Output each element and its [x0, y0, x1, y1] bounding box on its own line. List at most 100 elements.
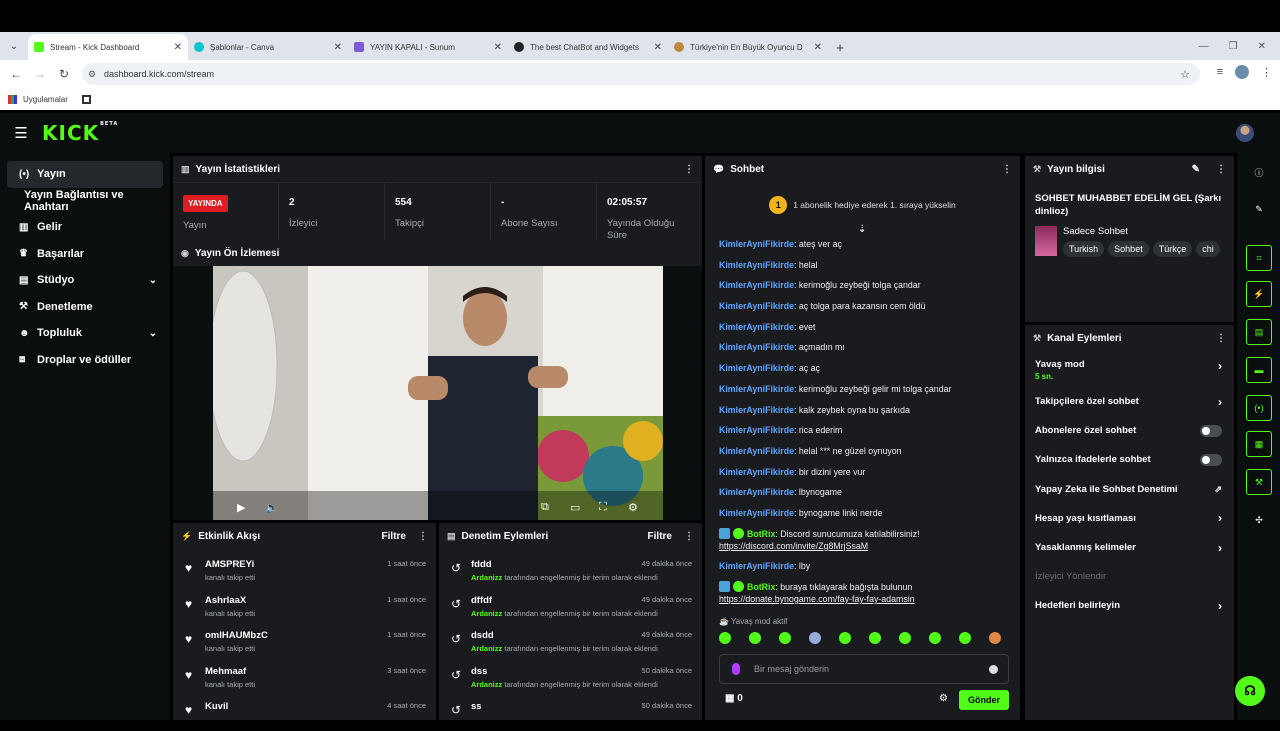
- close-tab-icon[interactable]: ✕: [334, 42, 342, 53]
- browser-tab-canva[interactable]: Şablonlar - Canva ✕: [188, 34, 348, 60]
- more-options-icon[interactable]: ⋮: [1002, 164, 1012, 175]
- close-tab-icon[interactable]: ✕: [494, 42, 502, 53]
- puzzle-icon[interactable]: ✣: [1246, 507, 1272, 533]
- undo-icon[interactable]: ↺: [451, 561, 461, 575]
- edit-pencil-icon[interactable]: ✎: [1192, 164, 1200, 175]
- sidebar-item-studyo[interactable]: ▤ Stüdyo ⌄: [7, 267, 163, 294]
- theater-icon[interactable]: ▭: [570, 501, 580, 514]
- emoji-picker-icon[interactable]: [989, 664, 998, 674]
- more-options-icon[interactable]: ⋮: [1216, 164, 1226, 175]
- sidebar-item-gelir[interactable]: ▥ Gelir: [7, 214, 163, 241]
- broadcast-icon[interactable]: (•): [1246, 395, 1272, 421]
- pip-icon[interactable]: ⧉: [541, 501, 549, 514]
- new-tab-button[interactable]: +: [828, 34, 852, 60]
- emote-icon[interactable]: [809, 632, 821, 644]
- undo-icon[interactable]: ↺: [451, 597, 461, 611]
- filter-button[interactable]: Filtre: [382, 531, 406, 542]
- info-icon[interactable]: ⓘ: [1246, 159, 1272, 185]
- menu-kebab-icon[interactable]: ⋮: [1261, 66, 1272, 79]
- emote-icon[interactable]: [869, 632, 881, 644]
- subscribers-only-toggle[interactable]: [1200, 424, 1222, 437]
- kick-logo[interactable]: KICKBETA: [42, 121, 118, 145]
- emote-icon[interactable]: [959, 632, 971, 644]
- undo-icon[interactable]: ↺: [451, 703, 461, 717]
- pin-toggle-icon[interactable]: ⇣: [858, 224, 866, 235]
- close-tab-icon[interactable]: ✕: [654, 42, 662, 53]
- emote-icon[interactable]: [929, 632, 941, 644]
- undo-icon[interactable]: ↺: [451, 668, 461, 682]
- donate-link[interactable]: https://donate.bynogame.com/fay-fay-fay-…: [719, 594, 915, 604]
- filter-button[interactable]: Filtre: [648, 531, 672, 542]
- discord-link[interactable]: https://discord.com/invite/Zg8MrjSsaM: [719, 541, 868, 551]
- more-options-icon[interactable]: ⋮: [684, 164, 694, 175]
- document-icon[interactable]: ▤: [1246, 319, 1272, 345]
- settings-gear-icon[interactable]: ⚙: [628, 501, 638, 514]
- emote-icon[interactable]: [779, 632, 791, 644]
- banned-words-row[interactable]: Yasaklanmış kelimeler ›: [1025, 533, 1234, 562]
- send-button[interactable]: Gönder: [959, 690, 1009, 710]
- undo-icon[interactable]: ↺: [451, 632, 461, 646]
- tab-search-icon[interactable]: ⌄: [0, 32, 28, 60]
- layout-icon[interactable]: ▦: [1246, 431, 1272, 457]
- minimize-icon[interactable]: —: [1199, 41, 1209, 52]
- close-window-icon[interactable]: ✕: [1258, 41, 1266, 52]
- chat-message-input[interactable]: Bir mesaj gönderin: [719, 654, 1009, 684]
- play-icon[interactable]: ▶: [237, 501, 245, 514]
- browser-tab-kick[interactable]: Stream - Kick Dashboard ✕: [28, 34, 188, 60]
- emote-icon[interactable]: [719, 632, 731, 644]
- microphone-icon[interactable]: [732, 663, 740, 675]
- sidebar-item-yayin[interactable]: (•) Yayın: [7, 161, 163, 188]
- goals-row[interactable]: Hedefleri belirleyin ›: [1025, 591, 1234, 620]
- ai-moderation-row[interactable]: Yapay Zeka ile Sohbet Denetimi ⇗: [1025, 475, 1234, 504]
- tab-groups-icon[interactable]: [81, 94, 91, 104]
- sidebar-item-topluluk[interactable]: ☻ Topluluk ⌄: [7, 320, 163, 347]
- hamburger-menu-icon[interactable]: ☰: [0, 124, 42, 142]
- back-icon[interactable]: ←: [4, 67, 28, 81]
- url-field[interactable]: ⚙ dashboard.kick.com/stream ☆: [82, 63, 1200, 85]
- category-name: Sadece Sohbet: [1063, 226, 1128, 237]
- sidebar-item-droplar[interactable]: ⧈ Droplar ve ödüller: [7, 347, 163, 374]
- restore-icon[interactable]: ❐: [1229, 41, 1238, 52]
- close-tab-icon[interactable]: ✕: [814, 42, 822, 53]
- bookmark-apps[interactable]: Uygulamalar: [23, 95, 68, 104]
- slow-mode-row[interactable]: Yavaş mod 5 sn. ›: [1025, 351, 1234, 387]
- points-display[interactable]: ▦ 0: [725, 693, 743, 704]
- emote-icon[interactable]: [749, 632, 761, 644]
- media-icon[interactable]: ≡: [1217, 66, 1223, 78]
- browser-tab-sunum[interactable]: YAYIN KAPALI - Sunum ✕: [348, 34, 508, 60]
- browser-tab-oyuncu[interactable]: Türkiye'nin En Büyük Oyuncu D ✕: [668, 34, 828, 60]
- profile-avatar[interactable]: [1235, 65, 1249, 79]
- site-info-icon[interactable]: ⚙: [88, 69, 96, 80]
- reload-icon[interactable]: ↻: [52, 67, 76, 81]
- emote-icon[interactable]: [899, 632, 911, 644]
- gift-leaderboard-banner[interactable]: 1 1 abonelik hediye ederek 1. sıraya yük…: [705, 192, 1020, 218]
- bookmark-star-icon[interactable]: ☆: [1180, 68, 1190, 81]
- sidebar-item-basarilar[interactable]: ♛ Başarılar: [7, 241, 163, 268]
- account-age-row[interactable]: Hesap yaşı kısıtlaması ›: [1025, 504, 1234, 533]
- chat-icon[interactable]: ▬: [1246, 357, 1272, 383]
- fullscreen-icon[interactable]: ⛶: [599, 501, 607, 514]
- more-options-icon[interactable]: ⋮: [684, 531, 694, 542]
- emote-icon[interactable]: [839, 632, 851, 644]
- followers-only-row[interactable]: Takipçilere özel sohbet ›: [1025, 387, 1234, 416]
- canva-favicon-icon: [194, 42, 204, 52]
- chat-message: KimlerAyniFikirde: aç tolga para kazansı…: [719, 301, 926, 312]
- pencil-icon[interactable]: ✎: [1246, 196, 1272, 222]
- close-tab-icon[interactable]: ✕: [174, 42, 182, 53]
- wrench-icon[interactable]: ⚒: [1246, 469, 1272, 495]
- bolt-icon[interactable]: ⚡: [1246, 281, 1272, 307]
- more-options-icon[interactable]: ⋮: [1216, 333, 1226, 344]
- stream-video[interactable]: ▶ 🔈 ⧉ ▭ ⛶ ⚙: [213, 266, 663, 520]
- sidebar-item-denetleme[interactable]: ⚒ Denetleme: [7, 294, 163, 321]
- chat-settings-icon[interactable]: ⚙: [939, 693, 948, 704]
- forward-icon[interactable]: →: [28, 67, 52, 81]
- clip-icon[interactable]: ⌗: [1246, 245, 1272, 271]
- sidebar-item-stream-key[interactable]: Yayın Bağlantısı ve Anahtarı: [7, 188, 163, 215]
- browser-tab-chatbot[interactable]: The best ChatBot and Widgets ✕: [508, 34, 668, 60]
- emotes-only-toggle[interactable]: [1200, 453, 1222, 466]
- help-support-icon[interactable]: ☊: [1235, 676, 1265, 706]
- emote-icon[interactable]: [989, 632, 1001, 644]
- volume-icon[interactable]: 🔈: [265, 501, 279, 514]
- user-avatar[interactable]: [1236, 124, 1254, 142]
- more-options-icon[interactable]: ⋮: [418, 531, 428, 542]
